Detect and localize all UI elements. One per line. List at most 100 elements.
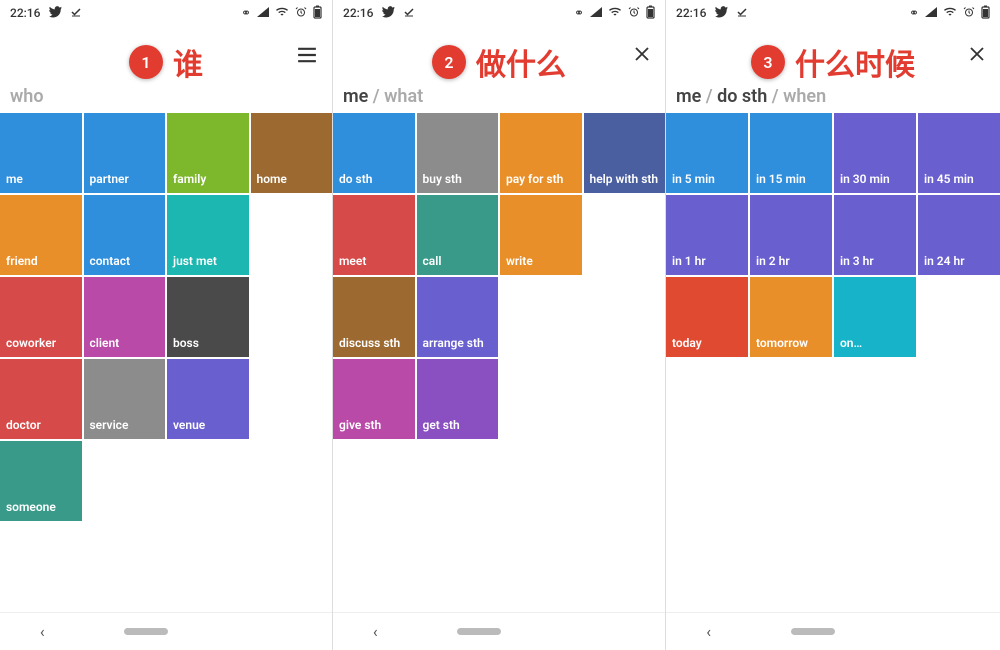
close-icon[interactable] xyxy=(968,44,986,69)
tile-label: in 45 min xyxy=(924,172,974,186)
tile-in-1-hr[interactable]: in 1 hr xyxy=(666,195,748,275)
check-icon xyxy=(403,6,415,21)
tile-in-5-min[interactable]: in 5 min xyxy=(666,113,748,193)
battery-icon xyxy=(313,5,322,22)
tile-label: coworker xyxy=(6,336,56,350)
tile-pay-for-sth[interactable]: pay for sth xyxy=(500,113,582,193)
tile-someone[interactable]: someone xyxy=(0,441,82,521)
link-icon: ⚭ xyxy=(574,6,584,20)
tile-partner[interactable]: partner xyxy=(84,113,166,193)
check-icon xyxy=(736,6,748,21)
screen-2: 22:16⚭2做什么me / whatdo sthbuy sthpay for … xyxy=(333,0,666,650)
menu-icon[interactable] xyxy=(296,44,318,69)
breadcrumb-segment: / xyxy=(368,86,384,107)
tile-contact[interactable]: contact xyxy=(84,195,166,275)
nav-home-pill[interactable] xyxy=(124,628,168,635)
tile-on-[interactable]: on… xyxy=(834,277,916,357)
tile-call[interactable]: call xyxy=(417,195,499,275)
tile-boss[interactable]: boss xyxy=(167,277,249,357)
tile-label: someone xyxy=(6,500,56,514)
tile-today[interactable]: today xyxy=(666,277,748,357)
tile-help-with-sth[interactable]: help with sth xyxy=(584,113,666,193)
breadcrumb: me / do sth / when xyxy=(666,86,1000,113)
tile-label: in 24 hr xyxy=(924,254,965,268)
wifi-icon xyxy=(608,6,622,20)
tile-grid: do sth buy sth pay for sth help with sth mee… xyxy=(333,113,665,439)
check-icon xyxy=(70,6,82,21)
close-icon[interactable] xyxy=(633,44,651,69)
battery-icon xyxy=(981,5,990,22)
tile-grid: in 5 min in 15 min in 30 min in 45 min in 1 … xyxy=(666,113,1000,357)
tile-label: do sth xyxy=(339,172,372,186)
tile-label: home xyxy=(257,172,287,186)
nav-back-icon[interactable]: ‹ xyxy=(373,622,378,641)
signal-icon xyxy=(590,6,602,20)
tile-label: on… xyxy=(840,336,862,350)
tile-label: family xyxy=(173,172,206,186)
tile-write[interactable]: write xyxy=(500,195,582,275)
tile-label: in 15 min xyxy=(756,172,806,186)
tile-friend[interactable]: friend xyxy=(0,195,82,275)
screen-1: 22:16⚭1谁whomepartnerfamilyhomefriendcont… xyxy=(0,0,333,650)
android-navbar: ‹ xyxy=(666,612,1000,650)
breadcrumb-segment: / xyxy=(701,86,717,107)
status-time: 22:16 xyxy=(343,6,373,20)
tile-label: pay for sth xyxy=(506,172,563,186)
toolbar xyxy=(333,26,665,86)
tile-in-2-hr[interactable]: in 2 hr xyxy=(750,195,832,275)
screen-3: 22:16⚭3什么时候me / do sth / whenin 5 minin … xyxy=(666,0,1000,650)
wifi-icon xyxy=(943,6,957,20)
status-bar: 22:16 ⚭ xyxy=(0,0,332,26)
tile-just-met[interactable]: just met xyxy=(167,195,249,275)
breadcrumb-segment: / xyxy=(767,86,783,107)
tile-in-15-min[interactable]: in 15 min xyxy=(750,113,832,193)
breadcrumb-segment: me xyxy=(676,86,701,107)
tile-get-sth[interactable]: get sth xyxy=(417,359,499,439)
breadcrumb-segment: what xyxy=(384,86,423,107)
link-icon: ⚭ xyxy=(241,6,251,20)
alarm-icon xyxy=(963,6,975,21)
tile-client[interactable]: client xyxy=(84,277,166,357)
tile-give-sth[interactable]: give sth xyxy=(333,359,415,439)
tile-label: in 3 hr xyxy=(840,254,874,268)
nav-home-pill[interactable] xyxy=(457,628,501,635)
nav-home-pill[interactable] xyxy=(791,628,835,635)
twitter-icon xyxy=(48,5,62,22)
tile-empty xyxy=(500,277,582,357)
tile-doctor[interactable]: doctor xyxy=(0,359,82,439)
tile-coworker[interactable]: coworker xyxy=(0,277,82,357)
tile-in-30-min[interactable]: in 30 min xyxy=(834,113,916,193)
tile-label: arrange sth xyxy=(423,336,484,350)
tile-tomorrow[interactable]: tomorrow xyxy=(750,277,832,357)
tile-me[interactable]: me xyxy=(0,113,82,193)
tile-venue[interactable]: venue xyxy=(167,359,249,439)
tile-meet[interactable]: meet xyxy=(333,195,415,275)
tile-service[interactable]: service xyxy=(84,359,166,439)
nav-back-icon[interactable]: ‹ xyxy=(706,622,711,641)
tile-label: today xyxy=(672,336,702,350)
status-time: 22:16 xyxy=(10,6,40,20)
tile-buy-sth[interactable]: buy sth xyxy=(417,113,499,193)
tile-family[interactable]: family xyxy=(167,113,249,193)
tile-label: in 30 min xyxy=(840,172,890,186)
tile-in-45-min[interactable]: in 45 min xyxy=(918,113,1000,193)
tile-do-sth[interactable]: do sth xyxy=(333,113,415,193)
tile-label: client xyxy=(90,336,120,350)
tile-label: in 2 hr xyxy=(756,254,790,268)
android-navbar: ‹ xyxy=(333,612,665,650)
tile-grid: mepartner family home friendcontact just met… xyxy=(0,113,332,521)
tile-arrange-sth[interactable]: arrange sth xyxy=(417,277,499,357)
tile-in-24-hr[interactable]: in 24 hr xyxy=(918,195,1000,275)
wifi-icon xyxy=(275,6,289,20)
tile-label: boss xyxy=(173,336,199,350)
breadcrumb: me / what xyxy=(333,86,665,113)
tile-home[interactable]: home xyxy=(251,113,333,193)
alarm-icon xyxy=(295,6,307,21)
twitter-icon xyxy=(381,5,395,22)
tile-in-3-hr[interactable]: in 3 hr xyxy=(834,195,916,275)
nav-back-icon[interactable]: ‹ xyxy=(40,622,45,641)
tile-label: discuss sth xyxy=(339,336,400,350)
tile-label: just met xyxy=(173,254,217,268)
tile-discuss-sth[interactable]: discuss sth xyxy=(333,277,415,357)
alarm-icon xyxy=(628,6,640,21)
